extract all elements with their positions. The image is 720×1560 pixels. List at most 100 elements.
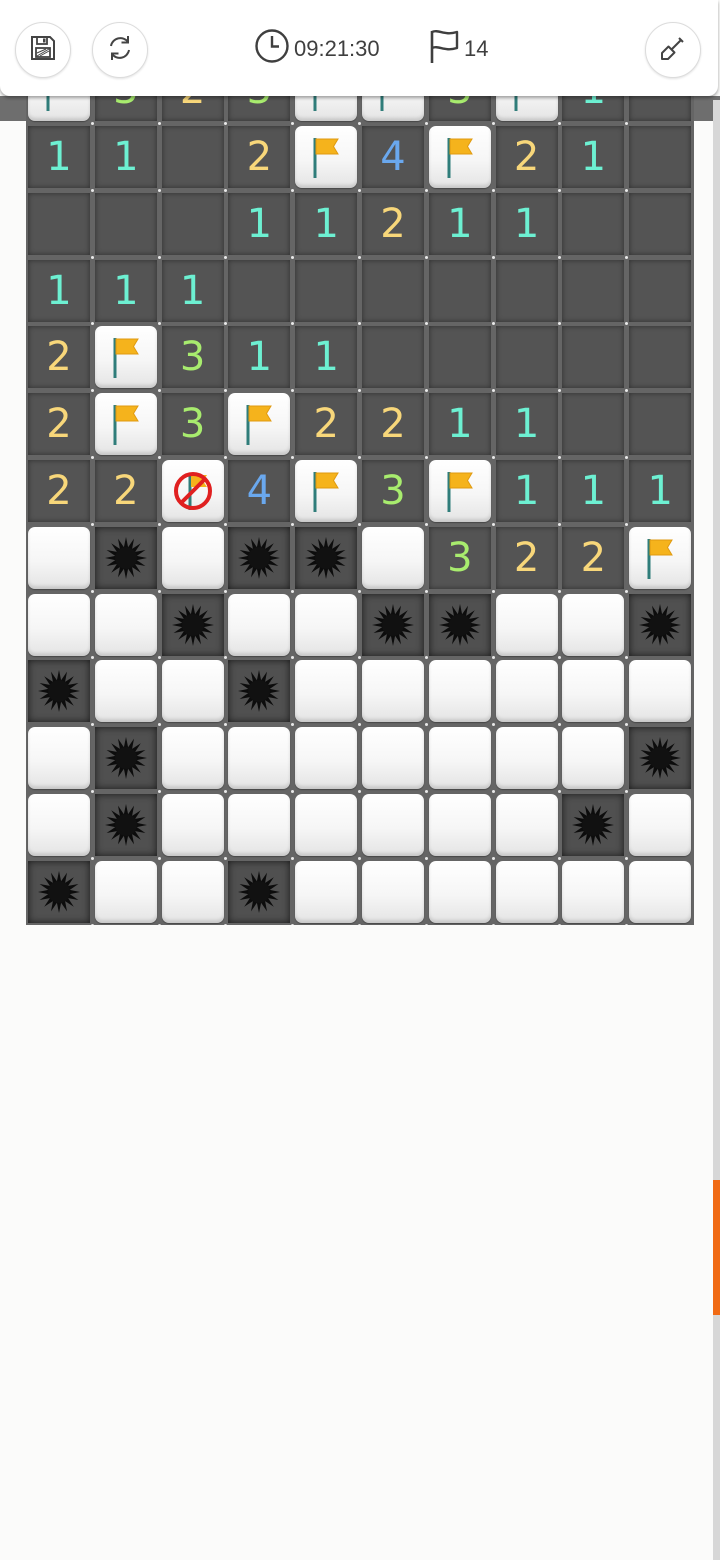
closed-cell[interactable]: [495, 593, 558, 656]
grid-dot: [625, 456, 629, 459]
closed-cell[interactable]: [428, 727, 491, 790]
closed-cell[interactable]: [161, 526, 224, 589]
closed-cell[interactable]: [94, 660, 157, 723]
closed-cell[interactable]: [161, 794, 224, 856]
grid-dot: [491, 122, 495, 125]
empty-cell: [362, 326, 424, 389]
closed-cell[interactable]: [428, 860, 491, 923]
closed-cell[interactable]: [362, 794, 424, 856]
closed-cell[interactable]: [161, 660, 224, 723]
mine-cell: [94, 526, 157, 589]
grid-dot: [291, 790, 295, 793]
closed-cell[interactable]: [295, 860, 358, 923]
restart-button[interactable]: [92, 22, 148, 78]
closed-cell[interactable]: [28, 794, 90, 856]
grid-dot: [491, 723, 495, 727]
grid-dot: [625, 723, 629, 727]
flagged-cell[interactable]: [94, 326, 157, 389]
closed-cell[interactable]: [28, 593, 90, 656]
closed-cell[interactable]: [562, 727, 625, 790]
scrollbar-thumb[interactable]: [713, 1180, 720, 1315]
grid-dot: [224, 723, 228, 727]
number-cell: 1: [495, 460, 558, 522]
grid-dot: [291, 322, 295, 326]
closed-cell[interactable]: [362, 526, 424, 589]
closed-cell[interactable]: [94, 593, 157, 656]
closed-cell[interactable]: [295, 794, 358, 856]
closed-cell[interactable]: [495, 727, 558, 790]
closed-cell[interactable]: [629, 860, 692, 923]
closed-cell[interactable]: [362, 860, 424, 923]
closed-cell[interactable]: [228, 727, 291, 790]
flagged-cell[interactable]: [428, 460, 491, 522]
closed-cell[interactable]: [295, 660, 358, 723]
flagged-cell[interactable]: [362, 96, 424, 122]
closed-cell[interactable]: [495, 860, 558, 923]
closed-cell[interactable]: [295, 593, 358, 656]
grid-dot: [625, 522, 629, 526]
empty-cell: [495, 259, 558, 322]
flag-icon: [506, 96, 548, 113]
closed-cell[interactable]: [228, 593, 291, 656]
grid-dot: [90, 122, 94, 125]
closed-cell[interactable]: [495, 660, 558, 723]
closed-cell[interactable]: [228, 794, 291, 856]
number-cell: 1: [495, 192, 558, 255]
closed-cell[interactable]: [362, 727, 424, 790]
save-button[interactable]: [15, 22, 71, 78]
grid-dot: [157, 923, 161, 925]
grid-dot: [224, 923, 228, 925]
grid-dot: [358, 122, 361, 125]
grid-dot: [358, 255, 361, 259]
flagged-cell[interactable]: [228, 393, 291, 456]
flag-counter: 14: [428, 30, 488, 68]
closed-cell[interactable]: [428, 794, 491, 856]
grid-dot: [90, 456, 94, 459]
closed-cell[interactable]: [562, 860, 625, 923]
grid-dot: [558, 723, 562, 727]
closed-cell[interactable]: [428, 660, 491, 723]
number-cell: 2: [94, 460, 157, 522]
mine-cell: [28, 860, 90, 923]
grid-dot: [625, 656, 629, 660]
refresh-icon: [105, 33, 135, 68]
mine-icon: [234, 533, 284, 583]
dig-mode-button[interactable]: [645, 22, 701, 78]
closed-cell[interactable]: [295, 727, 358, 790]
mine-icon: [635, 600, 685, 650]
number-cell: 1: [28, 126, 90, 188]
flagged-cell[interactable]: [295, 126, 358, 188]
flagged-cell[interactable]: [428, 126, 491, 188]
closed-cell[interactable]: [28, 727, 90, 790]
flagged-cell[interactable]: [629, 526, 692, 589]
closed-cell[interactable]: [161, 860, 224, 923]
flagged-cell[interactable]: [295, 460, 358, 522]
grid-dot: [491, 322, 495, 326]
closed-cell[interactable]: [629, 660, 692, 723]
closed-cell[interactable]: [629, 794, 692, 856]
grid-dot: [558, 456, 562, 459]
flagged-cell[interactable]: [495, 96, 558, 122]
mine-cell: [562, 794, 625, 856]
scrollbar-track[interactable]: [713, 100, 720, 1560]
mine-icon: [34, 666, 84, 716]
grid-dot: [291, 188, 295, 192]
closed-cell[interactable]: [495, 794, 558, 856]
grid-dot: [358, 656, 361, 660]
flagged-cell[interactable]: [28, 96, 90, 122]
grid-dot: [90, 589, 94, 593]
closed-cell[interactable]: [562, 593, 625, 656]
closed-cell[interactable]: [94, 860, 157, 923]
number-cell: 3: [161, 393, 224, 456]
flagged-cell[interactable]: [94, 393, 157, 456]
closed-cell[interactable]: [28, 526, 90, 589]
grid-dot: [424, 790, 428, 793]
wrong-flag-cell[interactable]: [161, 460, 224, 522]
flagged-cell[interactable]: [295, 96, 358, 122]
grid-dot: [291, 522, 295, 526]
grid-dot: [157, 255, 161, 259]
closed-cell[interactable]: [362, 660, 424, 723]
closed-cell[interactable]: [161, 727, 224, 790]
closed-cell[interactable]: [562, 660, 625, 723]
grid-dot: [625, 790, 629, 793]
